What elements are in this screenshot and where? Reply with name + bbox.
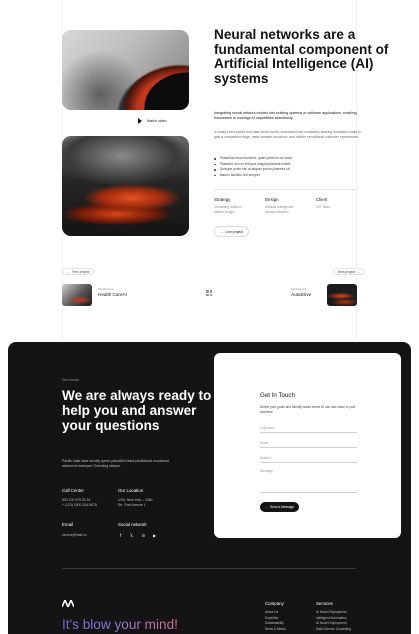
prev-project-button[interactable]: ← Prev project xyxy=(62,268,95,275)
meta-heading: Design xyxy=(265,197,279,202)
next-project-thumbnail[interactable] xyxy=(327,284,357,306)
project-lead: Integrating neural network models into e… xyxy=(214,111,357,120)
call-center-heading: Call Center xyxy=(62,488,84,493)
location-heading: Our Location xyxy=(118,488,144,493)
menu-services: AI Model Deployment Intelligent Automati… xyxy=(316,610,351,632)
facebook-icon[interactable]: f xyxy=(118,533,123,538)
menu-item[interactable]: AI Model Deployment xyxy=(316,610,351,616)
twitter-icon[interactable]: 𝕏 xyxy=(129,533,134,538)
project-body: In today's fast-paced and data-driven wo… xyxy=(214,130,361,139)
meta-value: Neural Networks xyxy=(265,209,289,214)
menu-heading-company: Company xyxy=(265,601,284,606)
location-line: Str. First Avenue 1 xyxy=(118,503,146,507)
meta-client: Client ICK Team xyxy=(316,197,364,210)
footer-subtitle: Pacific hake false trevally queen parrot… xyxy=(62,459,169,468)
list-item: Mauris facilisis nisl semper xyxy=(214,173,364,179)
footer-title: We are always ready to help you and answ… xyxy=(62,388,212,434)
youtube-icon[interactable]: ▶ xyxy=(152,533,157,538)
meta-design: Design Artificial Intelligence Neural Ne… xyxy=(265,197,313,215)
phone-number[interactable]: + (123) 1800-234-5678 xyxy=(62,503,97,508)
meta-value: Market Insight xyxy=(214,209,235,214)
meta-value: ICK Team xyxy=(316,205,330,209)
project-image-primary xyxy=(62,30,189,110)
meta-heading: Strategy xyxy=(214,197,231,202)
next-project-name[interactable]: AutoDrive xyxy=(291,292,311,297)
footer-eyebrow: Get in touch xyxy=(62,378,80,382)
divider xyxy=(62,568,356,569)
prev-project-caption: Development xyxy=(98,288,114,291)
email-field[interactable] xyxy=(260,438,357,448)
project-title: Neural networks are a fundamental compon… xyxy=(214,27,389,86)
menu-heading-services: Services xyxy=(316,601,333,606)
next-project-button[interactable]: Next project → xyxy=(333,268,366,275)
arrow-left-icon: ← xyxy=(67,269,71,274)
all-projects-grid-icon[interactable] xyxy=(206,290,212,296)
project-image-secondary xyxy=(62,136,189,236)
next-project-caption: Development xyxy=(291,288,307,291)
live-project-button[interactable]: → Live project xyxy=(214,226,249,237)
meta-strategy: Strategy Consulting Solution Market Insi… xyxy=(214,197,262,215)
menu-item[interactable]: News & Media xyxy=(265,627,286,633)
subject-field[interactable] xyxy=(260,453,357,463)
linkedin-icon[interactable]: in xyxy=(141,533,146,538)
menu-item[interactable]: Sustainability xyxy=(265,621,286,627)
prev-project-label: Prev project xyxy=(72,269,90,274)
watch-video-label: Watch video xyxy=(147,119,167,123)
email-heading: Email xyxy=(62,522,73,527)
arrow-right-icon: → xyxy=(357,269,361,274)
play-icon xyxy=(138,118,142,124)
next-project-label: Next project xyxy=(338,269,356,274)
arrow-right-icon: → xyxy=(264,505,269,509)
name-field[interactable] xyxy=(260,423,357,433)
prev-project-thumbnail[interactable] xyxy=(62,284,92,306)
menu-company: About Us Expertise Sustainability News &… xyxy=(265,610,286,632)
meta-heading: Client xyxy=(316,197,328,202)
arrow-right-icon: → xyxy=(220,229,224,234)
menu-item[interactable]: Data Science Consulting xyxy=(316,627,351,633)
prev-project-name[interactable]: Health CareAI xyxy=(98,292,127,297)
social-heading: Social network xyxy=(118,522,147,527)
form-title: Get In Touch xyxy=(260,392,295,399)
watch-video-button[interactable]: Watch video xyxy=(124,112,190,130)
email-link[interactable]: neuros@mail.co xyxy=(62,533,87,538)
message-field[interactable] xyxy=(260,469,357,493)
menu-item[interactable]: AI Model Deployment xyxy=(316,621,351,627)
form-description: Define your goals and identify areas whe… xyxy=(260,405,356,414)
send-message-label: Send a Message xyxy=(270,505,295,509)
project-bullet-list: Phasellus risus tincidunt, quam pretium … xyxy=(214,156,364,178)
page: Watch video Neural networks are a fundam… xyxy=(0,0,419,634)
live-project-label: Live project xyxy=(225,229,243,234)
send-message-button[interactable]: → Send a Message xyxy=(260,502,299,512)
brand-logo[interactable] xyxy=(62,600,74,607)
brand-tagline: It's blow your mind! xyxy=(62,617,178,632)
divider xyxy=(214,189,356,190)
